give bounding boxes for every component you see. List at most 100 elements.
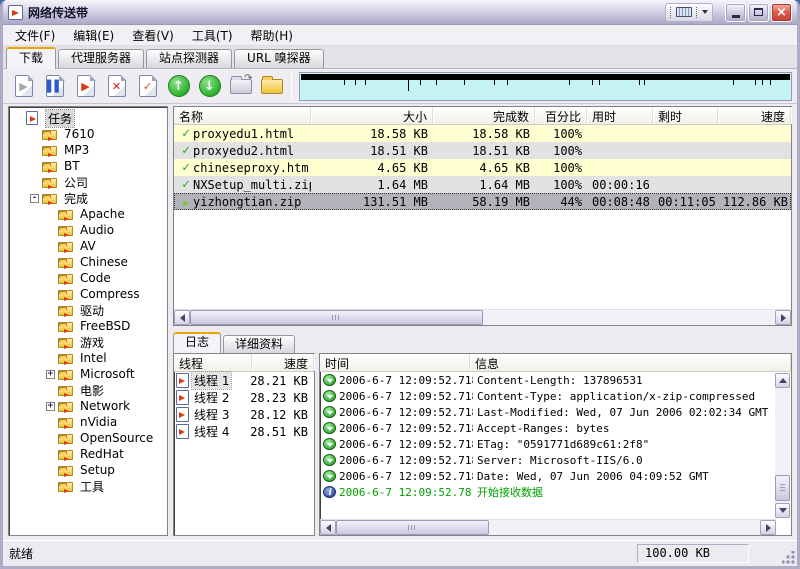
menu-item[interactable]: 帮助(H) xyxy=(242,25,302,46)
bottom-tab[interactable]: 详细资料 xyxy=(223,335,295,353)
tree-item[interactable]: Compress xyxy=(9,286,167,302)
scrollbar-thumb[interactable] xyxy=(190,310,483,325)
thread-row[interactable]: 线程 3 28.12 KB xyxy=(174,406,314,423)
menu-item[interactable]: 查看(V) xyxy=(123,25,183,46)
tab[interactable]: 代理服务器 xyxy=(58,49,144,68)
column-header[interactable]: 大小 xyxy=(311,107,433,124)
task-row[interactable]: chineseproxy.htm 4.65 KB 4.65 KB 100% xyxy=(174,159,791,176)
log-row[interactable]: 2006-6-7 12:09:52.718 Server: Microsoft-… xyxy=(320,452,791,468)
log-row[interactable]: 2006-6-7 12:09:52.718 Accept-Ranges: byt… xyxy=(320,420,791,436)
scrollbar-thumb[interactable] xyxy=(336,520,489,535)
tree-item[interactable]: AV xyxy=(9,238,167,254)
ime-drag-handle[interactable] xyxy=(670,7,672,18)
column-header[interactable]: 完成数 xyxy=(433,107,535,124)
tree-item[interactable]: 7610 xyxy=(9,126,167,142)
thread-row[interactable]: 线程 1 28.21 KB xyxy=(174,372,314,389)
menu-item[interactable]: 编辑(E) xyxy=(64,25,123,46)
tree-item[interactable]: Setup xyxy=(9,462,167,478)
column-header[interactable]: 百分比 xyxy=(535,107,587,124)
column-header[interactable]: 速度 xyxy=(718,107,791,124)
tree-item[interactable]: Chinese xyxy=(9,254,167,270)
maximize-button[interactable] xyxy=(748,3,769,22)
column-header[interactable]: 用时 xyxy=(587,107,653,124)
log-horizontal-scrollbar[interactable] xyxy=(320,519,776,535)
delete-button[interactable]: ✕ xyxy=(101,72,132,101)
column-header[interactable]: 速度 xyxy=(252,354,314,371)
scrollbar-thumb[interactable] xyxy=(775,475,790,501)
tree-item-label: 电影 xyxy=(78,382,106,399)
titlebar[interactable]: 网络传送带 × xyxy=(3,0,797,25)
tree-expander-icon[interactable] xyxy=(46,370,55,379)
pause-button[interactable]: ▌▌ xyxy=(39,72,70,101)
tree-item[interactable]: OpenSource xyxy=(9,430,167,446)
tree-item[interactable]: Intel xyxy=(9,350,167,366)
tree-item[interactable]: 公司 xyxy=(9,174,167,190)
minimize-button[interactable] xyxy=(725,3,746,22)
close-button[interactable]: × xyxy=(771,3,792,22)
tree-item[interactable]: Apache xyxy=(9,206,167,222)
move-up-button[interactable]: ↑ xyxy=(163,72,194,101)
tree-item[interactable]: FreeBSD xyxy=(9,318,167,334)
task-horizontal-scrollbar[interactable] xyxy=(174,309,791,325)
tree-item[interactable]: RedHat xyxy=(9,446,167,462)
scroll-down-button[interactable] xyxy=(775,503,790,518)
resize-grip[interactable] xyxy=(782,551,795,564)
tree-item[interactable]: MP3 xyxy=(9,142,167,158)
tab[interactable]: URL 嗅探器 xyxy=(234,49,324,68)
scroll-right-button[interactable] xyxy=(760,520,776,535)
log-vertical-scrollbar[interactable] xyxy=(775,373,790,518)
column-header[interactable]: 名称 xyxy=(174,107,311,124)
open-file-button[interactable]: ↷ xyxy=(225,72,256,101)
bottom-tab[interactable]: 日志 xyxy=(173,332,221,353)
scroll-right-button[interactable] xyxy=(775,310,791,325)
column-header[interactable]: 时间 xyxy=(320,354,470,371)
task-row[interactable]: yizhongtian.zip 131.51 MB 58.19 MB 44% 0… xyxy=(174,193,791,210)
log-row[interactable]: 2006-6-7 12:09:52.718 ETag: "0591771d689… xyxy=(320,436,791,452)
menu-item[interactable]: 文件(F) xyxy=(6,25,64,46)
tree-item[interactable]: nVidia xyxy=(9,414,167,430)
tree-item[interactable]: BT xyxy=(9,158,167,174)
resume-button[interactable]: ▶ xyxy=(70,72,101,101)
tree-item[interactable]: 电影 xyxy=(9,382,167,398)
log-row[interactable]: 2006-6-7 12:09:52.718 Date: Wed, 07 Jun … xyxy=(320,468,791,484)
column-header[interactable]: 剩时 xyxy=(653,107,718,124)
log-row[interactable]: 2006-6-7 12:09:52.718 Last-Modified: Wed… xyxy=(320,404,791,420)
tree-expander-icon[interactable] xyxy=(46,402,55,411)
tab[interactable]: 下载 xyxy=(6,47,56,69)
thread-row[interactable]: 线程 4 28.51 KB xyxy=(174,423,314,440)
scrollbar-track[interactable] xyxy=(190,310,775,325)
keyboard-icon[interactable] xyxy=(676,7,692,17)
thread-row[interactable]: 线程 2 28.23 KB xyxy=(174,389,314,406)
tree-item[interactable]: 驱动 xyxy=(9,302,167,318)
tree-item[interactable]: 游戏 xyxy=(9,334,167,350)
open-folder-button[interactable] xyxy=(256,72,287,101)
tree-item[interactable]: 任务 xyxy=(9,110,167,126)
tree-item[interactable]: Network xyxy=(9,398,167,414)
tree-item[interactable]: 工具 xyxy=(9,478,167,494)
tree-item[interactable]: Code xyxy=(9,270,167,286)
scrollbar-track[interactable] xyxy=(775,388,790,503)
log-row[interactable]: 2006-6-7 12:09:52.718 Content-Type: appl… xyxy=(320,388,791,404)
tree-expander-icon[interactable] xyxy=(30,194,39,203)
log-row[interactable]: 2006-6-7 12:09:52.718 Content-Length: 13… xyxy=(320,372,791,388)
move-down-button[interactable]: ↓ xyxy=(194,72,225,101)
scrollbar-track[interactable] xyxy=(336,520,760,535)
new-task-button[interactable]: ▶ xyxy=(8,72,39,101)
task-row[interactable]: NXSetup_multi.zip 1.64 MB 1.64 MB 100% 0… xyxy=(174,176,791,193)
task-row[interactable]: proxyedu2.html 18.51 KB 18.51 KB 100% xyxy=(174,142,791,159)
scroll-left-button[interactable] xyxy=(320,520,336,535)
tree-item[interactable]: Microsoft xyxy=(9,366,167,382)
tree-item[interactable]: Audio xyxy=(9,222,167,238)
menu-item[interactable]: 工具(T) xyxy=(183,25,242,46)
scroll-left-button[interactable] xyxy=(174,310,190,325)
ime-language-bar[interactable] xyxy=(665,3,713,22)
column-header[interactable]: 信息 xyxy=(470,354,791,371)
column-header[interactable]: 线程 xyxy=(174,354,252,371)
log-row[interactable]: 2006-6-7 12:09:52.781 开始接收数据 xyxy=(320,484,791,500)
tree-item[interactable]: 完成 xyxy=(9,190,167,206)
tab[interactable]: 站点探测器 xyxy=(146,49,232,68)
task-row[interactable]: proxyedu1.html 18.58 KB 18.58 KB 100% xyxy=(174,125,791,142)
ime-options-arrow-icon[interactable] xyxy=(702,10,708,14)
commit-button[interactable]: ✓ xyxy=(132,72,163,101)
scroll-up-button[interactable] xyxy=(775,373,790,388)
